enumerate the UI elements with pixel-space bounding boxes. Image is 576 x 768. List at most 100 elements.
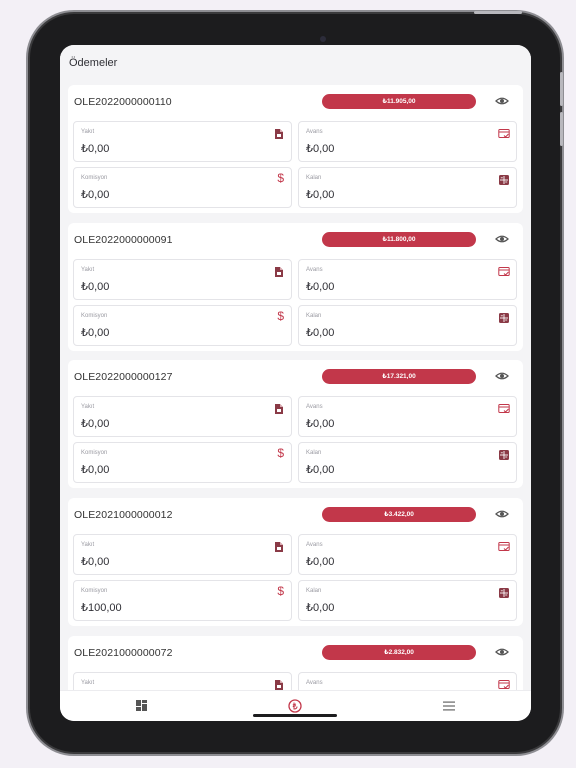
calculator-icon <box>499 588 509 598</box>
avans-label: Avans <box>306 129 323 135</box>
komisyon-label: Komisyon <box>81 175 108 181</box>
kalan-label: Kalan <box>306 450 322 456</box>
avans-value: ₺0,00 <box>306 556 335 568</box>
view-details-button[interactable] <box>494 93 510 109</box>
fuel-receipt-icon <box>275 680 283 690</box>
eye-icon <box>495 648 509 656</box>
dashboard-icon <box>136 700 147 711</box>
komisyon-value: ₺0,00 <box>81 327 110 339</box>
payment-amount-badge: ₺2.832,00 <box>322 645 476 660</box>
yakit-label: Yakıt <box>81 129 95 135</box>
komisyon-value: ₺0,00 <box>81 464 110 476</box>
payment-card[interactable]: OLE2021000000072 ₺2.832,00 Yakıt Avans <box>68 636 523 690</box>
avans-value: ₺0,00 <box>306 281 335 293</box>
page-header: Ödemeler <box>60 45 531 81</box>
dollar-icon: $ <box>277 584 284 598</box>
payment-amount-badge: ₺11.905,00 <box>322 94 476 109</box>
payment-card[interactable]: OLE2022000000127 ₺17.321,00 Yakıt ₺0,00 … <box>68 360 523 488</box>
komisyon-cell: Komisyon ₺0,00 $ <box>73 305 292 346</box>
avans-label: Avans <box>306 267 323 273</box>
card-check-icon <box>498 129 510 138</box>
card-check-icon <box>498 542 510 551</box>
volume-down-button <box>560 112 563 146</box>
yakit-cell: Yakıt ₺0,00 <box>73 121 292 162</box>
kalan-label: Kalan <box>306 588 322 594</box>
yakit-label: Yakıt <box>81 267 95 273</box>
avans-label: Avans <box>306 542 323 548</box>
payment-card-header: OLE2021000000072 ₺2.832,00 <box>68 636 523 670</box>
komisyon-cell: Komisyon ₺0,00 $ <box>73 167 292 208</box>
komisyon-value: ₺100,00 <box>81 602 122 614</box>
komisyon-value: ₺0,00 <box>81 189 110 201</box>
dollar-icon: $ <box>277 446 284 460</box>
payment-card-header: OLE2021000000012 ₺3.422,00 <box>68 498 523 532</box>
kalan-cell: Kalan ₺0,00 <box>298 442 517 483</box>
payment-id: OLE2021000000072 <box>74 647 173 659</box>
payment-card-header: OLE2022000000091 ₺11.800,00 <box>68 223 523 257</box>
eye-icon <box>495 372 509 380</box>
komisyon-label: Komisyon <box>81 588 108 594</box>
payment-card-header: OLE2022000000110 ₺11.905,00 <box>68 85 523 119</box>
yakit-value: ₺0,00 <box>81 281 110 293</box>
tab-dashboard[interactable] <box>111 691 171 721</box>
menu-icon <box>443 701 455 711</box>
dollar-icon: $ <box>277 309 284 323</box>
komisyon-cell: Komisyon ₺100,00 $ <box>73 580 292 621</box>
yakit-cell: Yakıt ₺0,00 <box>73 534 292 575</box>
calculator-icon <box>499 313 509 323</box>
kalan-cell: Kalan ₺0,00 <box>298 580 517 621</box>
yakit-value: ₺0,00 <box>81 556 110 568</box>
calculator-icon <box>499 450 509 460</box>
payment-amount-badge: ₺3.422,00 <box>322 507 476 522</box>
yakit-cell: Yakıt ₺0,00 <box>73 259 292 300</box>
calculator-icon <box>499 175 509 185</box>
payment-card-header: OLE2022000000127 ₺17.321,00 <box>68 360 523 394</box>
kalan-cell: Kalan ₺0,00 <box>298 167 517 208</box>
payment-id: OLE2021000000012 <box>74 509 173 521</box>
volume-up-button <box>560 72 563 106</box>
kalan-label: Kalan <box>306 313 322 319</box>
avans-cell: Avans ₺0,00 <box>298 396 517 437</box>
kalan-label: Kalan <box>306 175 322 181</box>
yakit-label: Yakıt <box>81 404 95 410</box>
avans-cell: Avans <box>298 672 517 690</box>
kalan-value: ₺0,00 <box>306 327 335 339</box>
tab-menu[interactable] <box>418 691 478 721</box>
payment-card[interactable]: OLE2021000000012 ₺3.422,00 Yakıt ₺0,00 A… <box>68 498 523 626</box>
payments-list[interactable]: OLE2022000000110 ₺11.905,00 Yakıt ₺0,00 … <box>60 83 531 690</box>
page-title: Ödemeler <box>69 57 118 69</box>
view-details-button[interactable] <box>494 506 510 522</box>
komisyon-label: Komisyon <box>81 313 108 319</box>
payment-amount-badge: ₺17.321,00 <box>322 369 476 384</box>
eye-icon <box>495 510 509 518</box>
payment-id: OLE2022000000110 <box>74 96 172 108</box>
fuel-receipt-icon <box>275 129 283 139</box>
yakit-label: Yakıt <box>81 680 95 686</box>
fuel-receipt-icon <box>275 267 283 277</box>
card-check-icon <box>498 404 510 413</box>
yakit-cell: Yakıt <box>73 672 292 690</box>
yakit-value: ₺0,00 <box>81 143 110 155</box>
view-details-button[interactable] <box>494 231 510 247</box>
komisyon-cell: Komisyon ₺0,00 $ <box>73 442 292 483</box>
avans-label: Avans <box>306 680 323 686</box>
kalan-cell: Kalan ₺0,00 <box>298 305 517 346</box>
payment-card[interactable]: OLE2022000000110 ₺11.905,00 Yakıt ₺0,00 … <box>68 85 523 213</box>
top-button <box>474 11 522 14</box>
app-screen: Ödemeler OLE2022000000110 ₺11.905,00 Yak… <box>60 45 531 721</box>
dollar-icon: $ <box>277 171 284 185</box>
fuel-receipt-icon <box>275 404 283 414</box>
eye-icon <box>495 97 509 105</box>
yakit-value: ₺0,00 <box>81 418 110 430</box>
avans-cell: Avans ₺0,00 <box>298 259 517 300</box>
view-details-button[interactable] <box>494 368 510 384</box>
avans-cell: Avans ₺0,00 <box>298 534 517 575</box>
komisyon-label: Komisyon <box>81 450 108 456</box>
kalan-value: ₺0,00 <box>306 189 335 201</box>
avans-cell: Avans ₺0,00 <box>298 121 517 162</box>
yakit-cell: Yakıt ₺0,00 <box>73 396 292 437</box>
payment-card[interactable]: OLE2022000000091 ₺11.800,00 Yakıt ₺0,00 … <box>68 223 523 351</box>
avans-value: ₺0,00 <box>306 418 335 430</box>
eye-icon <box>495 235 509 243</box>
view-details-button[interactable] <box>494 644 510 660</box>
